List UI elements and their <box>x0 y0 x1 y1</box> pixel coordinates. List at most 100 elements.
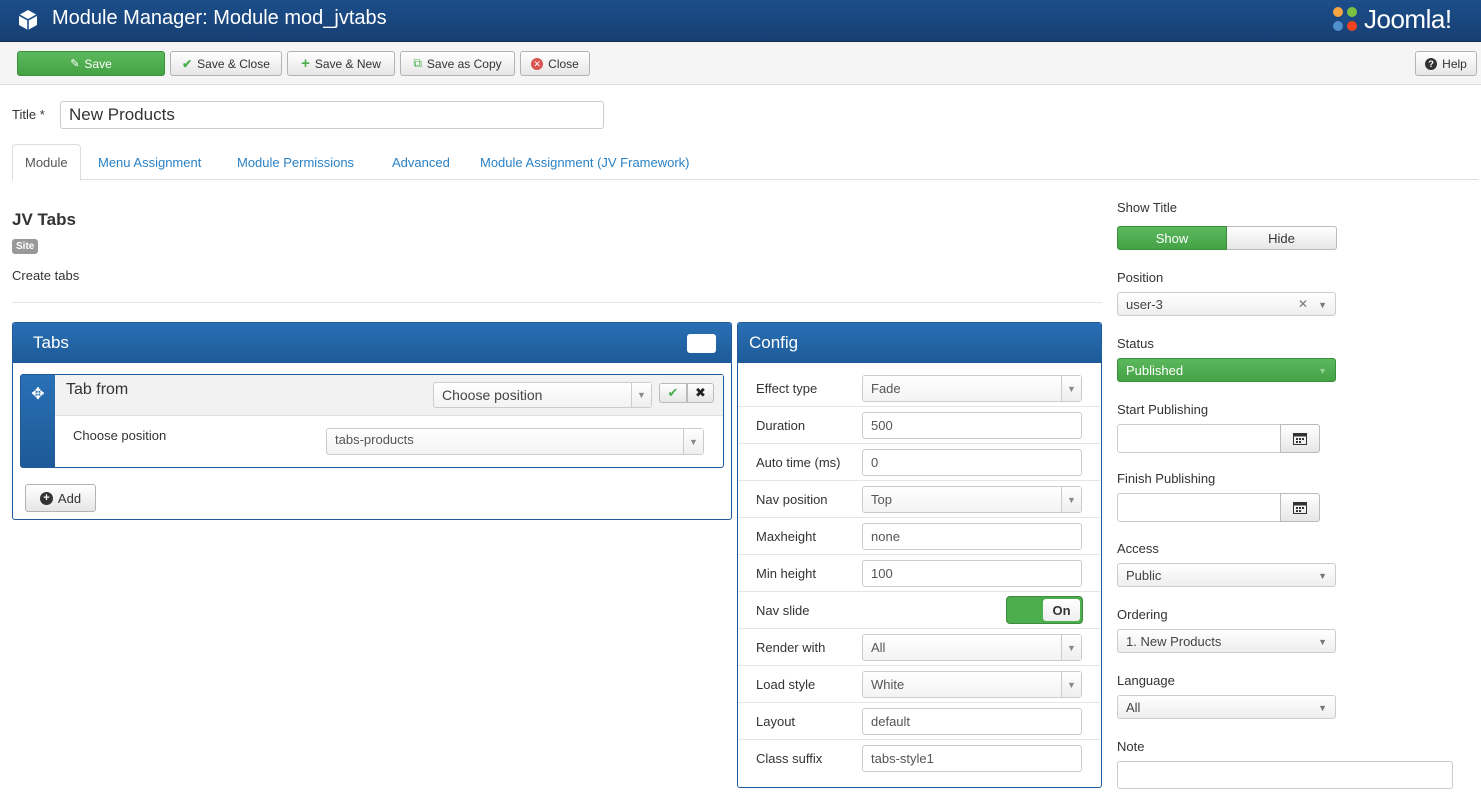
module-tabs: Module Menu Assignment Module Permission… <box>12 144 1478 181</box>
finish-publishing-label: Finish Publishing <box>1117 471 1216 486</box>
ordering-label: Ordering <box>1117 607 1168 622</box>
finish-calendar-button[interactable] <box>1280 493 1320 522</box>
choose-position-select[interactable]: tabs-products ▼ <box>326 428 704 455</box>
language-value: All <box>1126 699 1141 715</box>
position-select[interactable]: user-3 ✕ ▼ <box>1117 292 1336 316</box>
show-title-hide-button[interactable]: Hide <box>1227 226 1337 250</box>
config-label: Render with <box>756 640 826 655</box>
close-label: Close <box>548 56 579 71</box>
nav-position-select[interactable]: Top ▼ <box>862 486 1082 513</box>
choose-position-value: tabs-products <box>335 432 414 447</box>
auto-time-input[interactable]: 0 <box>862 449 1082 476</box>
config-row-render-with: Render with All ▼ <box>738 629 1100 666</box>
access-label: Access <box>1117 541 1159 556</box>
module-name: JV Tabs <box>12 210 76 229</box>
tab-module-permissions[interactable]: Module Permissions <box>237 144 354 180</box>
maxheight-input[interactable]: none <box>862 523 1082 550</box>
chevron-down-icon: ▼ <box>683 429 703 454</box>
close-button[interactable]: ✕ Close <box>520 51 590 76</box>
chevron-down-icon: ▼ <box>1318 637 1327 647</box>
close-icon: ✖ <box>695 385 706 400</box>
config-label: Class suffix <box>756 751 823 766</box>
ordering-select[interactable]: 1. New Products ▼ <box>1117 629 1336 653</box>
save-copy-button[interactable]: ⧉ Save as Copy <box>400 51 515 76</box>
toolbar: ✎ Save ✔ Save & Close + Save & New ⧉ Sav… <box>0 42 1481 85</box>
tab-item-title: Tab from <box>66 381 129 398</box>
save-close-button[interactable]: ✔ Save & Close <box>170 51 282 76</box>
config-label: Effect type <box>756 381 818 396</box>
plus-icon: + <box>301 55 310 72</box>
chevron-down-icon: ▼ <box>1318 571 1327 581</box>
help-button[interactable]: ? Help <box>1415 51 1477 76</box>
title-input[interactable]: New Products <box>60 101 604 129</box>
confirm-button[interactable]: ✔ <box>659 383 687 403</box>
tabs-panel-header: Tabs <box>13 323 731 363</box>
save-button[interactable]: ✎ Save <box>17 51 165 76</box>
config-row-load-style: Load style White ▼ <box>738 666 1100 703</box>
config-panel-title: Config <box>749 333 799 352</box>
start-publishing-input[interactable] <box>1117 424 1281 453</box>
help-label: Help <box>1442 56 1467 71</box>
config-label: Maxheight <box>756 529 816 544</box>
chevron-down-icon: ▼ <box>1061 487 1081 512</box>
panel-toggle-button[interactable] <box>687 334 716 353</box>
start-publishing-label: Start Publishing <box>1117 402 1209 417</box>
edit-icon: ✎ <box>70 58 80 70</box>
config-value: All <box>871 640 886 655</box>
chevron-down-icon: ▼ <box>1061 376 1081 401</box>
tab-item: ✥ Tab from Choose position ▼ ✔ ✖ Choose … <box>20 374 724 468</box>
close-circle-icon: ✕ <box>531 57 544 70</box>
start-calendar-button[interactable] <box>1280 424 1320 453</box>
save-close-label: Save & Close <box>197 56 270 71</box>
page-title: Module Manager: Module mod_jvtabs <box>52 7 387 29</box>
show-title-show-button[interactable]: Show <box>1117 226 1227 250</box>
duration-input[interactable]: 500 <box>862 412 1082 439</box>
language-select[interactable]: All ▼ <box>1117 695 1336 719</box>
clear-icon[interactable]: ✕ <box>1298 297 1308 311</box>
finish-publishing-input[interactable] <box>1117 493 1281 522</box>
calendar-icon <box>1293 433 1307 445</box>
config-label: Min height <box>756 566 816 581</box>
cube-icon <box>18 10 38 30</box>
tab-module[interactable]: Module <box>12 144 81 181</box>
joomla-logo-icon <box>1333 7 1357 31</box>
chevron-down-icon: ▼ <box>1318 366 1327 376</box>
config-row-maxheight: Maxheight none <box>738 518 1100 555</box>
tab-module-assignment-jv[interactable]: Module Assignment (JV Framework) <box>480 144 690 180</box>
tab-advanced[interactable]: Advanced <box>392 144 450 180</box>
module-description: Create tabs <box>12 268 80 283</box>
position-value: user-3 <box>1126 296 1163 312</box>
check-icon: ✔ <box>182 56 193 71</box>
config-row-nav-position: Nav position Top ▼ <box>738 481 1100 518</box>
min-height-input[interactable]: 100 <box>862 560 1082 587</box>
render-with-select[interactable]: All ▼ <box>862 634 1082 661</box>
site-badge: Site <box>12 239 39 254</box>
status-label: Status <box>1117 336 1154 351</box>
tab-item-header: Tab from Choose position ▼ ✔ ✖ <box>55 375 723 416</box>
config-value: Fade <box>871 381 901 396</box>
config-label: Nav position <box>756 492 828 507</box>
class-suffix-input[interactable]: tabs-style1 <box>862 745 1082 772</box>
tab-position-select[interactable]: Choose position ▼ <box>433 382 652 408</box>
tab-menu-assignment[interactable]: Menu Assignment <box>98 144 201 180</box>
save-new-button[interactable]: + Save & New <box>287 51 395 76</box>
config-row-effect-type: Effect type Fade ▼ <box>738 370 1100 407</box>
save-label: Save <box>84 56 112 71</box>
language-label: Language <box>1117 673 1175 688</box>
config-row-duration: Duration 500 <box>738 407 1100 444</box>
note-input[interactable] <box>1117 761 1453 789</box>
effect-type-select[interactable]: Fade ▼ <box>862 375 1082 402</box>
status-select[interactable]: Published ▼ <box>1117 358 1336 382</box>
layout-input[interactable]: default <box>862 708 1082 735</box>
move-handle[interactable]: ✥ <box>21 375 55 467</box>
title-label: Title * <box>12 107 45 122</box>
load-style-select[interactable]: White ▼ <box>862 671 1082 698</box>
nav-slide-toggle[interactable]: On <box>1006 596 1083 624</box>
remove-button[interactable]: ✖ <box>687 383 714 403</box>
add-tab-button[interactable]: + Add <box>25 484 96 512</box>
config-row-min-height: Min height 100 <box>738 555 1100 592</box>
save-copy-label: Save as Copy <box>426 56 502 71</box>
access-select[interactable]: Public ▼ <box>1117 563 1336 587</box>
joomla-logo-text: Joomla! <box>1364 3 1452 34</box>
note-label: Note <box>1117 739 1145 754</box>
